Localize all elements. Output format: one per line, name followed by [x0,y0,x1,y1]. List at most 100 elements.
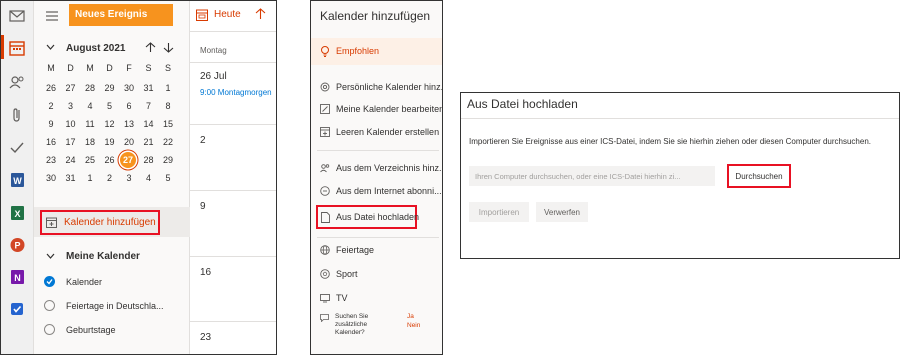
mini-calendar-day[interactable]: 14 [140,117,158,131]
mini-calendar-day[interactable]: 12 [101,117,119,131]
new-event-button[interactable]: Neues Ereignis [69,4,173,26]
calendar-item-kalender[interactable]: Kalender [66,277,102,287]
browse-button[interactable]: Durchsuchen [727,164,791,188]
mini-calendar-day[interactable]: 17 [62,135,80,149]
mini-calendar-day[interactable]: 9 [42,117,60,131]
mini-calendar-day[interactable]: 4 [140,171,158,185]
word-icon[interactable]: W [8,171,26,189]
nav-item-recommended[interactable]: Empfohlen [311,38,442,65]
mini-calendar-today[interactable]: 27 [120,152,136,168]
edit-calendar-icon [320,104,330,114]
mini-calendar-day[interactable]: 11 [81,117,99,131]
import-button[interactable]: Importieren [469,202,529,222]
mini-calendar-day[interactable]: 5 [159,171,177,185]
mini-calendar-day[interactable]: 2 [42,99,60,113]
mini-calendar-day[interactable]: 26 [101,153,119,167]
mini-calendar-day[interactable]: 23 [42,153,60,167]
mini-calendar-day[interactable]: 24 [62,153,80,167]
svg-text:X: X [14,209,20,219]
file-input[interactable]: Ihren Computer durchsuchen, oder eine IC… [469,166,715,186]
chevron-down-icon[interactable] [46,253,55,260]
chevron-down-icon[interactable] [46,44,55,51]
mini-calendar-day[interactable]: 20 [120,135,138,149]
mini-calendar-day[interactable]: 26 [42,81,60,95]
today-button[interactable]: Heute [214,9,241,20]
nav-item-label: Persönliche Kalender hinz... [336,82,443,92]
file-input-placeholder: Ihren Computer durchsuchen, oder eine IC… [475,172,681,181]
calendar-checked-icon[interactable] [44,276,55,287]
attachment-icon[interactable] [8,106,26,124]
svg-text:P: P [14,241,20,251]
mini-calendar-day[interactable]: 19 [101,135,119,149]
onenote-icon[interactable]: N [8,268,26,286]
mini-calendar-day[interactable]: 27 [62,81,80,95]
mini-calendar-day[interactable]: 4 [81,99,99,113]
mini-calendar-day[interactable]: 25 [81,153,99,167]
nav-item-new-blank[interactable]: Leeren Kalender erstellen [320,127,440,139]
nav-item-tv[interactable]: TV [320,293,440,305]
mini-calendar-day[interactable]: 22 [159,135,177,149]
mini-calendar-day[interactable]: 3 [120,171,138,185]
tasks-icon[interactable] [8,139,26,157]
mini-calendar-day[interactable]: 10 [62,117,80,131]
svg-text:W: W [13,176,22,186]
hamburger-menu-icon[interactable] [46,11,58,21]
people-icon[interactable] [8,73,26,91]
discard-button[interactable]: Verwerfen [536,202,588,222]
mini-calendar-day[interactable]: 29 [101,81,119,95]
nav-item-sport[interactable]: Sport [320,269,440,281]
mini-calendar-day[interactable]: 13 [120,117,138,131]
arrow-up-icon[interactable] [255,8,266,20]
nav-item-label: Feiertage [336,245,375,255]
todo-icon[interactable] [8,300,26,318]
calendar-unchecked-icon[interactable] [44,300,55,311]
mini-calendar-day[interactable]: 15 [159,117,177,131]
calendar-icon[interactable] [8,39,26,57]
mini-calendar-day[interactable]: 6 [120,99,138,113]
tv-icon [320,294,330,303]
feedback-yes-link[interactable]: Ja [407,313,414,320]
mini-calendar-day[interactable]: 18 [81,135,99,149]
feedback-no-link[interactable]: Nein [407,322,420,329]
nav-item-label: Leeren Kalender erstellen [336,127,440,137]
mini-calendar-day[interactable]: 29 [159,153,177,167]
mini-calendar-day[interactable]: 28 [81,81,99,95]
mini-calendar-day[interactable]: 30 [120,81,138,95]
nav-item-internet[interactable]: Aus dem Internet abonni... [320,186,442,198]
today-calendar-icon[interactable] [196,9,208,21]
arrow-down-icon[interactable] [163,42,174,53]
mini-calendar-day[interactable]: 2 [101,171,119,185]
arrow-up-icon[interactable] [145,42,156,53]
calendar-unchecked-icon[interactable] [44,324,55,335]
mini-calendar-day[interactable]: 21 [140,135,158,149]
mini-calendar-day[interactable]: 16 [42,135,60,149]
calendar-item-geburtstage[interactable]: Geburtstage [66,325,116,335]
event-item[interactable]: 9:00 Montagmorgen [200,88,272,97]
calendar-item-feiertage[interactable]: Feiertage in Deutschla... [66,301,164,311]
nav-item-personal[interactable]: Persönliche Kalender hinz... [320,82,443,94]
nav-item-directory[interactable]: Aus dem Verzeichnis hinz... [320,163,442,175]
mail-icon[interactable] [8,7,26,25]
discard-label: Verwerfen [543,208,581,217]
mini-calendar-day[interactable]: 28 [140,153,158,167]
divider [190,190,276,191]
divider [317,150,439,151]
mini-calendar-day[interactable]: 31 [62,171,80,185]
mini-calendar-day[interactable]: 5 [101,99,119,113]
mini-calendar-day[interactable]: 30 [42,171,60,185]
month-label[interactable]: August 2021 [66,43,125,54]
upload-from-file-button[interactable]: Aus Datei hochladen [316,205,419,229]
add-calendar-button[interactable]: Kalender hinzufügen [40,210,160,235]
nav-item-edit[interactable]: Meine Kalender bearbeiten [320,104,442,116]
nav-item-holidays[interactable]: Feiertage [320,245,440,257]
app-rail: W X P N [1,1,34,354]
powerpoint-icon[interactable]: P [8,236,26,254]
mini-calendar-day[interactable]: 7 [140,99,158,113]
mini-calendar-day[interactable]: 8 [159,99,177,113]
mini-calendar-day[interactable]: 1 [81,171,99,185]
excel-icon[interactable]: X [8,204,26,222]
mini-calendar-day[interactable]: 31 [140,81,158,95]
mini-calendar-day[interactable]: 1 [159,81,177,95]
mini-calendar-day[interactable]: 3 [62,99,80,113]
my-calendars-heading[interactable]: Meine Kalender [66,251,140,262]
